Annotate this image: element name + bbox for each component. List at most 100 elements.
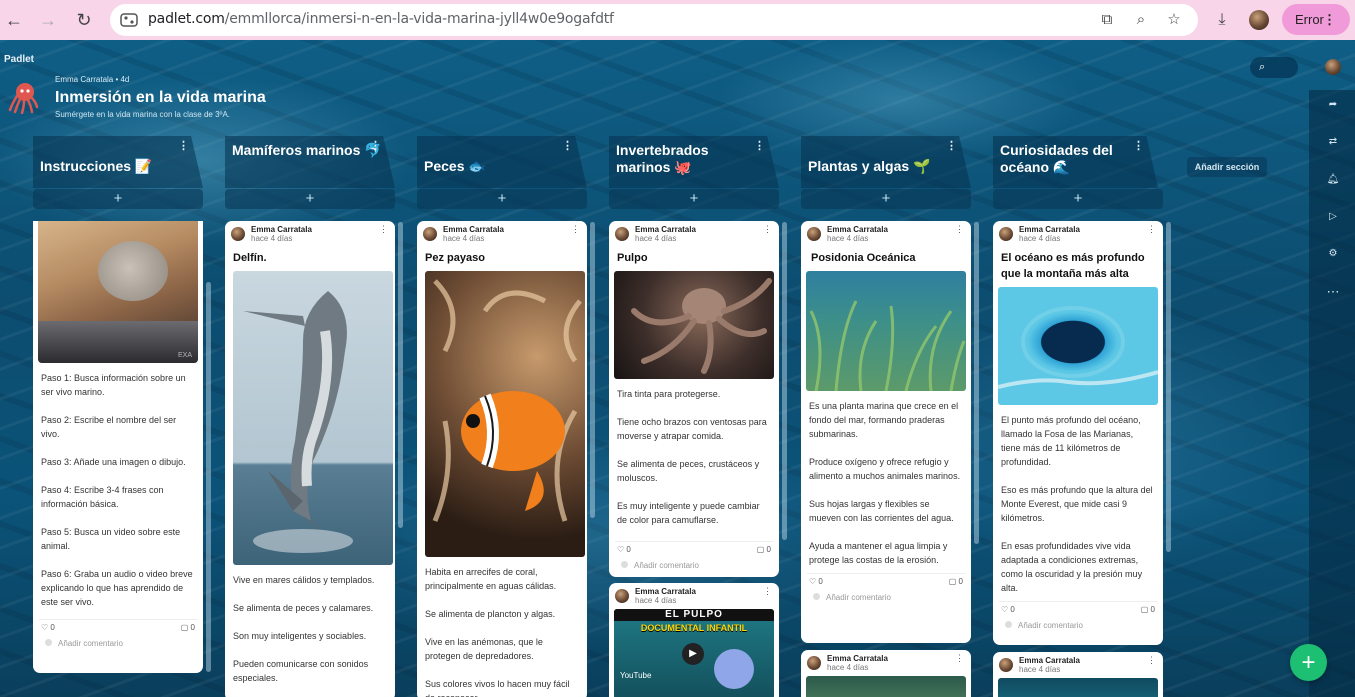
user-avatar[interactable] <box>1325 59 1341 75</box>
reload-icon[interactable]: ↻ <box>72 8 96 32</box>
comment-icon[interactable]: ▢ 0 <box>949 577 963 586</box>
profile-avatar[interactable] <box>1249 10 1269 30</box>
add-comment-field[interactable]: Añadir comentario <box>33 635 203 655</box>
section-menu-icon[interactable]: ⋮ <box>754 138 765 155</box>
post-title: Posidonia Oceánica <box>811 252 916 264</box>
cat-image: EXA <box>38 221 198 363</box>
notifications-icon[interactable]: 🔔︎ <box>1325 172 1341 188</box>
post-card[interactable]: Emma Carratala hace 4 días ⋮ <box>993 652 1163 697</box>
section-menu-icon[interactable]: ⋮ <box>562 138 573 155</box>
like-icon[interactable]: ♡ 0 <box>617 545 631 554</box>
post-title: Pulpo <box>617 252 648 264</box>
post-card[interactable]: Emma Carratala hace 4 días ⋮ <box>801 650 971 697</box>
author-avatar <box>615 227 629 241</box>
error-button[interactable]: Error ⋮ <box>1282 4 1350 35</box>
post-card[interactable]: Emma Carratala hace 4 días ⋮ Posidonia Oce… <box>801 221 971 643</box>
padlet-logo[interactable]: Padlet <box>4 54 34 65</box>
post-card[interactable]: Emma Carratala hace 4 días ⋮ Pez payaso Ha… <box>417 221 587 697</box>
post-card[interactable]: Emma Carratala hace 4 días ⋮ Pulpo Tira ti… <box>609 221 779 577</box>
search-button[interactable]: ⌕ <box>1250 57 1298 78</box>
column-scrollbar[interactable] <box>590 222 595 518</box>
post-body: Vive en mares cálidos y templados. Se al… <box>233 575 375 683</box>
settings-icon[interactable]: ⚙ <box>1325 246 1341 262</box>
post-menu-icon[interactable]: ⋮ <box>379 224 388 235</box>
post-card[interactable]: Emma Carratala hace 4 días ⋮ El océano es … <box>993 221 1163 645</box>
column-scrollbar[interactable] <box>782 222 787 540</box>
post-image <box>806 676 966 697</box>
post-menu-icon[interactable]: ⋮ <box>763 586 772 597</box>
column-scrollbar[interactable] <box>1166 222 1171 552</box>
section-header[interactable]: Plantas y algas 🌱 ⋮ <box>801 136 971 188</box>
url-text: padlet.com/emmllorca/inmersi-n-en-la-vid… <box>148 11 614 27</box>
add-post-button[interactable]: + <box>417 189 587 209</box>
comment-icon[interactable]: ▢ 0 <box>1141 605 1155 614</box>
post-card[interactable]: EXA Paso 1: Busca información sobre un s… <box>33 221 203 673</box>
like-icon[interactable]: ♡ 0 <box>41 623 55 632</box>
column-scrollbar[interactable] <box>206 282 211 672</box>
post-card[interactable]: Emma Carratala hace 4 días ⋮ EL PULPO DOCU… <box>609 583 779 697</box>
bookmark-star-icon[interactable]: ☆ <box>1165 11 1183 29</box>
post-title: El océano es más profundo que la montaña… <box>1001 252 1145 280</box>
author-avatar <box>423 227 437 241</box>
section-menu-icon[interactable]: ⋮ <box>1133 138 1144 155</box>
author-avatar <box>807 227 821 241</box>
comment-icon[interactable]: ▢ 0 <box>757 545 771 554</box>
add-post-button[interactable]: + <box>225 189 395 209</box>
post-image <box>998 678 1158 697</box>
section-menu-icon[interactable]: ⋮ <box>178 138 189 155</box>
download-icon[interactable]: ⤓ <box>1213 11 1231 29</box>
add-comment-field[interactable]: Añadir comentario <box>609 557 779 577</box>
zoom-icon[interactable]: ⌕ <box>1132 11 1150 29</box>
author-avatar <box>999 227 1013 241</box>
post-menu-icon[interactable]: ⋮ <box>763 224 772 235</box>
author-avatar <box>231 227 245 241</box>
padlet-board: Padlet Emma Carratala • 4d Inmersión en … <box>0 40 1355 697</box>
section-menu-icon[interactable]: ⋮ <box>946 138 957 155</box>
board-title: Inmersión en la vida marina <box>55 89 266 106</box>
add-comment-field[interactable]: Añadir comentario <box>801 589 971 609</box>
slideshow-icon[interactable]: ▷ <box>1325 209 1341 225</box>
post-card[interactable]: Emma Carratala hace 4 días ⋮ Delfín. Vive … <box>225 221 395 697</box>
remake-icon[interactable]: ⇄ <box>1325 134 1341 150</box>
post-body: Tira tinta para protegerse. Tiene ocho b… <box>617 389 767 525</box>
section-header[interactable]: Peces 🐟 ⋮ <box>417 136 587 188</box>
section-menu-icon[interactable]: ⋮ <box>370 138 381 155</box>
address-bar[interactable]: padlet.com/emmllorca/inmersi-n-en-la-vid… <box>110 4 1198 36</box>
post-menu-icon[interactable]: ⋮ <box>571 224 580 235</box>
like-icon[interactable]: ♡ 0 <box>1001 605 1015 614</box>
column-scrollbar[interactable] <box>974 222 979 544</box>
site-settings-icon[interactable] <box>120 11 138 29</box>
add-comment-field[interactable]: Añadir comentario <box>993 617 1163 637</box>
section-header[interactable]: Mamíferos marinos 🐬 ⋮ <box>225 136 395 188</box>
add-post-button[interactable]: + <box>609 189 779 209</box>
add-post-button[interactable]: + <box>801 189 971 209</box>
video-thumbnail[interactable]: EL PULPO DOCUMENTAL INFANTIL ▶ YouTube <box>614 609 774 697</box>
forward-icon[interactable]: → <box>36 8 60 32</box>
add-post-button[interactable]: + <box>33 189 203 209</box>
post-body: Habita en arrecifes de coral, principalm… <box>425 567 570 697</box>
comment-icon[interactable]: ▢ 0 <box>181 623 195 632</box>
post-menu-icon[interactable]: ⋮ <box>1147 224 1156 235</box>
section-header[interactable]: Instrucciones 📝 ⋮ <box>33 136 203 188</box>
install-app-icon[interactable]: ⧉ <box>1098 11 1116 29</box>
seagrass-image <box>806 271 966 391</box>
share-icon[interactable]: ➦ <box>1325 97 1341 113</box>
play-icon[interactable]: ▶ <box>682 643 704 665</box>
author-avatar <box>807 656 821 670</box>
octopus-icon <box>8 83 38 114</box>
post-menu-icon[interactable]: ⋮ <box>1147 655 1156 666</box>
column-scrollbar[interactable] <box>398 222 403 528</box>
clownfish-image <box>425 271 585 557</box>
add-post-button[interactable]: + <box>993 189 1163 209</box>
add-post-fab[interactable]: + <box>1290 644 1327 681</box>
section-header[interactable]: Invertebrados marinos 🐙 ⋮ <box>609 136 779 188</box>
back-icon[interactable]: ← <box>2 8 26 32</box>
post-menu-icon[interactable]: ⋮ <box>955 653 964 664</box>
more-icon[interactable]: ⋯ <box>1325 284 1341 300</box>
like-icon[interactable]: ♡ 0 <box>809 577 823 586</box>
section-header[interactable]: Curiosidades del océano 🌊 ⋮ <box>993 136 1158 188</box>
post-menu-icon[interactable]: ⋮ <box>955 224 964 235</box>
search-icon: ⌕ <box>1259 61 1266 73</box>
browser-toolbar: ← → ↻ padlet.com/emmllorca/inmersi-n-en-… <box>0 0 1355 40</box>
add-section-button[interactable]: Añadir sección <box>1187 157 1267 177</box>
